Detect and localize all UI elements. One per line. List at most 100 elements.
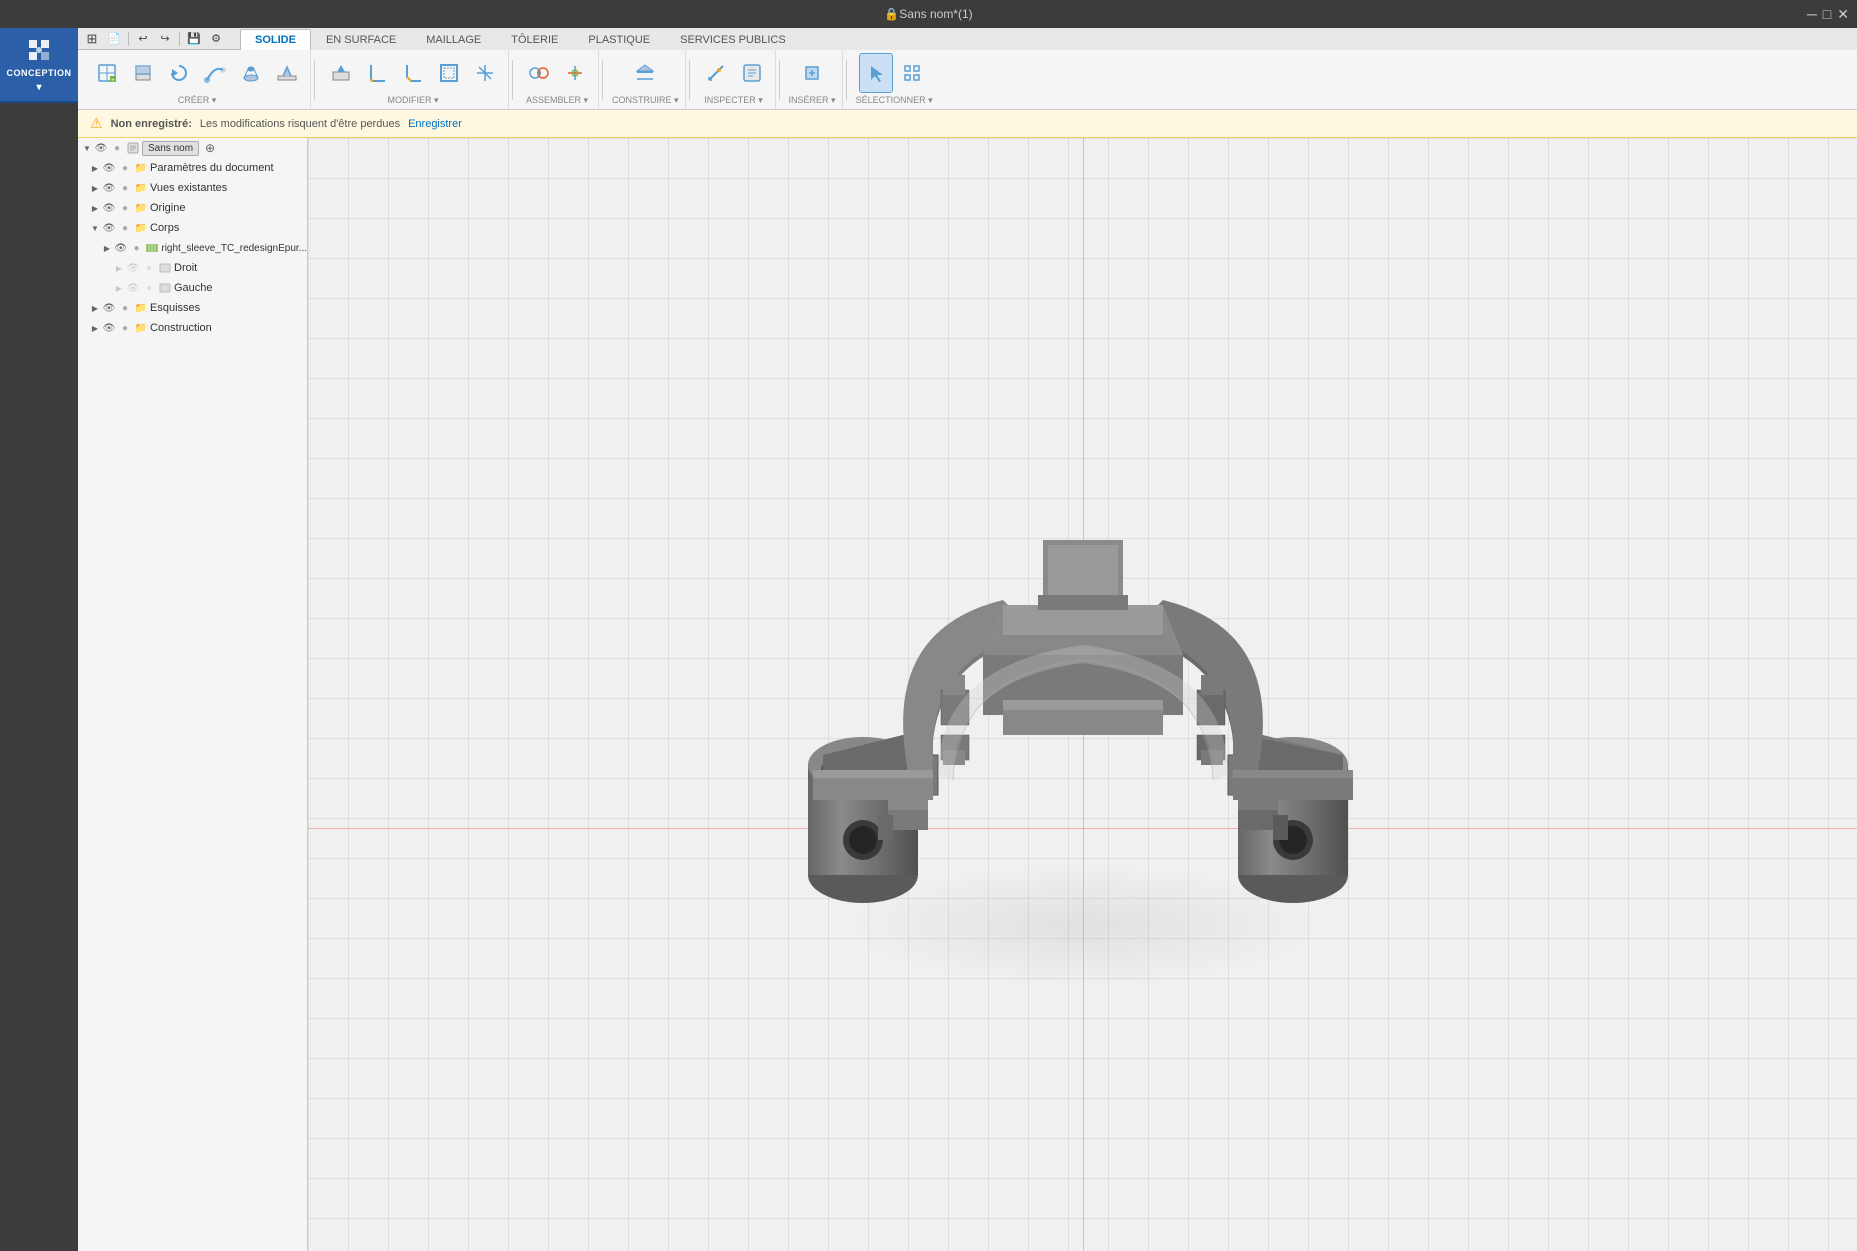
expand-construction[interactable]: ▶ [90, 323, 100, 333]
eye-icon-views[interactable]: 👁 [102, 181, 116, 195]
revolve-btn[interactable] [162, 53, 196, 93]
eye-icon-construction[interactable]: 👁 [102, 321, 116, 335]
tab-plastique[interactable]: PLASTIQUE [573, 29, 665, 50]
eye-icon-bodies[interactable]: 👁 [102, 221, 116, 235]
tab-en-surface[interactable]: EN SURFACE [311, 29, 411, 50]
folder-icon-origin: 📁 [134, 201, 148, 215]
expand-body3[interactable]: ▶ [114, 283, 124, 293]
grid-menu-icon[interactable]: ⊞ [82, 30, 102, 48]
loft-btn[interactable] [234, 53, 268, 93]
close-btn[interactable]: ✕ [1837, 6, 1849, 23]
root-name: Sans nom [148, 143, 193, 154]
tab-tolerie[interactable]: TÔLERIE [496, 29, 573, 50]
add-icon[interactable]: ⊕ [205, 141, 215, 155]
eye-icon-body3[interactable]: 👁 [126, 281, 140, 295]
press-pull-btn[interactable] [324, 53, 358, 93]
tab-solide[interactable]: SOLIDE [240, 29, 311, 50]
eye-icon-params[interactable]: 👁 [102, 161, 116, 175]
selectionner-label[interactable]: SÉLECTIONNER ▾ [856, 95, 933, 106]
title-bar: 🔒 Sans nom*(1) ─ □ ✕ [0, 0, 1857, 28]
file-icon[interactable]: 📄 [104, 30, 124, 48]
rib-btn[interactable] [270, 53, 304, 93]
joint-btn[interactable] [522, 53, 556, 93]
nav-item-sketches[interactable]: ▶ 👁 ● 📁 Esquisses [78, 298, 307, 318]
expand-sketches[interactable]: ▶ [90, 303, 100, 313]
measure-btn[interactable] [699, 53, 733, 93]
visibility-icon-params: ● [118, 161, 132, 175]
modifier-label[interactable]: MODIFIER ▾ [387, 95, 438, 106]
creer-label[interactable]: CRÉER ▾ [178, 95, 217, 106]
toolbar-tabs: SOLIDE EN SURFACE MAILLAGE TÔLERIE PLAST… [240, 28, 1857, 50]
inspecter-label[interactable]: INSPECTER ▾ [704, 95, 763, 106]
nav-item-body3[interactable]: ▶ 👁 ● Gauche [78, 278, 307, 298]
tab-maillage[interactable]: MAILLAGE [411, 29, 496, 50]
conception-icon [25, 36, 53, 64]
eye-icon-origin[interactable]: 👁 [102, 201, 116, 215]
expand-origin[interactable]: ▶ [90, 203, 100, 213]
not-saved-text: Non enregistré: [111, 118, 192, 130]
nav-item-views[interactable]: ▶ 👁 ● 📁 Vues existantes [78, 178, 307, 198]
toolbar-section-creer: + [84, 50, 311, 109]
redo-icon[interactable]: ↪ [155, 30, 175, 48]
insert-btn[interactable] [795, 53, 829, 93]
maximize-btn[interactable]: □ [1823, 6, 1831, 23]
eye-icon-root[interactable]: 👁 [94, 141, 108, 155]
eye-icon-body2[interactable]: 👁 [126, 261, 140, 275]
fillet-btn[interactable] [360, 53, 394, 93]
folder-icon-construction: 📁 [134, 321, 148, 335]
toolbar-section-selectionner: SÉLECTIONNER ▾ [850, 50, 939, 109]
construire-label[interactable]: CONSTRUIRE ▾ [612, 95, 679, 106]
undo-icon[interactable]: ↩ [133, 30, 153, 48]
nav-item-params[interactable]: ▶ 👁 ● 📁 Paramètres du document [78, 158, 307, 178]
inspect-btn[interactable] [735, 53, 769, 93]
visibility-icon-body2: ● [142, 261, 156, 275]
save-icon[interactable]: 💾 [184, 30, 204, 48]
nav-item-body1[interactable]: ▶ 👁 ● right_sleeve_TC_redesignEpur... [78, 238, 307, 258]
nav-item-bodies[interactable]: ▼ 👁 ● 📁 Corps [78, 218, 307, 238]
lock-icon: 🔒 [884, 7, 899, 21]
left-panel: CONCEPTION ▾ [0, 28, 78, 1251]
nav-item-body2[interactable]: ▶ 👁 ● Droit [78, 258, 307, 278]
nav-item-root[interactable]: ▼ 👁 ● Sans nom ⊕ [78, 138, 307, 158]
inserer-label[interactable]: INSÉRER ▾ [789, 95, 836, 106]
origin-label: Origine [150, 202, 185, 214]
main-toolbar: + [78, 50, 1857, 110]
visibility-icon-construction: ● [118, 321, 132, 335]
visibility-icon-views: ● [118, 181, 132, 195]
select2-btn[interactable] [895, 53, 929, 93]
expand-views[interactable]: ▶ [90, 183, 100, 193]
viewport-3d[interactable] [308, 138, 1857, 1251]
shell-btn[interactable] [432, 53, 466, 93]
minimize-btn[interactable]: ─ [1807, 6, 1817, 23]
eye-icon-sketches[interactable]: 👁 [102, 301, 116, 315]
new-sketch-btn[interactable]: + [90, 53, 124, 93]
eye-icon-body1[interactable]: 👁 [114, 241, 128, 255]
sweep-btn[interactable] [198, 53, 232, 93]
save-link[interactable]: Enregistrer [408, 118, 462, 130]
root-badge: Sans nom [142, 141, 199, 156]
visibility-icon-body3: ● [142, 281, 156, 295]
scale-btn[interactable] [468, 53, 502, 93]
tab-services-publics[interactable]: SERVICES PUBLICS [665, 29, 801, 50]
select-btn[interactable] [859, 53, 893, 93]
expand-body1[interactable]: ▶ [102, 243, 112, 253]
conception-button[interactable]: CONCEPTION ▾ [0, 28, 78, 103]
notification-message: Les modifications risquent d'être perdue… [200, 118, 400, 130]
settings-icon[interactable]: ⚙ [206, 30, 226, 48]
nav-item-construction[interactable]: ▶ 👁 ● 📁 Construction [78, 318, 307, 338]
root-doc-icon [126, 141, 140, 155]
expand-body2[interactable]: ▶ [114, 263, 124, 273]
expand-bodies[interactable]: ▼ [90, 223, 100, 233]
construire-btn[interactable] [628, 53, 662, 93]
expand-root[interactable]: ▼ [82, 143, 92, 153]
joint-origin-btn[interactable] [558, 53, 592, 93]
quick-access-toolbar: ⊞ 📄 ↩ ↪ 💾 ⚙ [78, 28, 240, 50]
assembler-label[interactable]: ASSEMBLER ▾ [526, 95, 588, 106]
model-3d [723, 395, 1443, 995]
model-container [308, 138, 1857, 1251]
toolbar-section-inserer: INSÉRER ▾ [783, 50, 843, 109]
nav-item-origin[interactable]: ▶ 👁 ● 📁 Origine [78, 198, 307, 218]
extrude-btn[interactable] [126, 53, 160, 93]
chamfer-btn[interactable] [396, 53, 430, 93]
expand-params[interactable]: ▶ [90, 163, 100, 173]
